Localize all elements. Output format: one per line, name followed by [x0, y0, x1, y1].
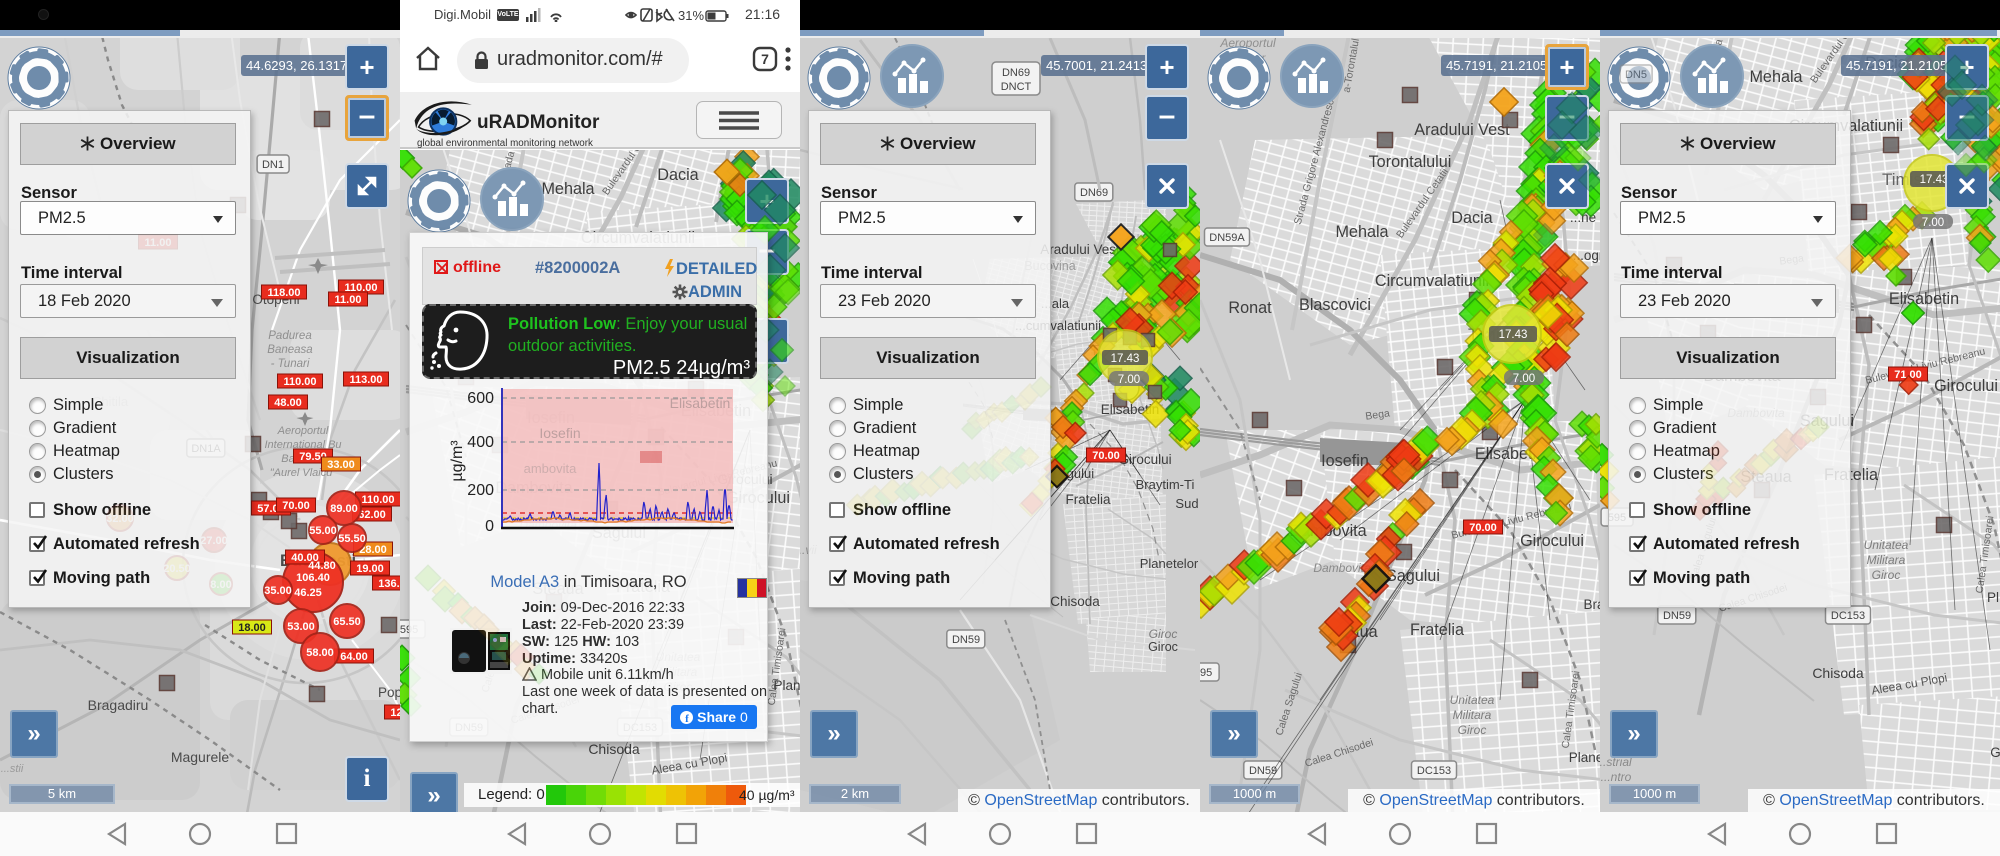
svg-text:33.00: 33.00 — [327, 459, 355, 471]
svg-text:Mehala: Mehala — [1749, 68, 1802, 86]
svg-text:Giroc: Giroc — [1148, 640, 1178, 654]
svg-text:46.25: 46.25 — [294, 587, 322, 599]
svg-text:Aradului Vest: Aradului Vest — [1040, 242, 1120, 257]
svg-text:110.00: 110.00 — [361, 494, 394, 506]
svg-text:70.00: 70.00 — [1469, 522, 1497, 534]
svg-text:65.50: 65.50 — [333, 616, 361, 628]
svg-text:Plan: Plan — [773, 678, 800, 693]
svg-text:...stii: ...stii — [1, 763, 24, 775]
svg-text:89.00: 89.00 — [330, 503, 358, 515]
svg-text:Dacia: Dacia — [657, 166, 698, 184]
svg-text:200: 200 — [467, 482, 494, 499]
svg-text:DN59: DN59 — [952, 634, 980, 646]
svg-text:70.00: 70.00 — [282, 500, 310, 512]
svg-text:Magurele: Magurele — [171, 749, 230, 765]
svg-text:Bra: Bra — [1583, 597, 1600, 612]
svg-text:Planetelor: Planetelor — [1140, 556, 1199, 571]
svg-text:Militara: Militara — [1453, 708, 1492, 722]
svg-text:58.00: 58.00 — [306, 647, 334, 659]
svg-text:DNCT: DNCT — [1001, 81, 1032, 93]
svg-text:31%: 31% — [678, 8, 704, 23]
svg-text:Sud: Sud — [1175, 496, 1198, 511]
svg-text:0: 0 — [485, 518, 494, 535]
svg-text:19.00: 19.00 — [356, 563, 384, 575]
svg-text:18.00: 18.00 — [238, 622, 266, 634]
svg-text:DN69: DN69 — [1080, 187, 1108, 199]
svg-text:...ntro: ...ntro — [1601, 770, 1632, 784]
svg-text:11.00: 11.00 — [335, 294, 362, 306]
svg-text:Braytim-Ti: Braytim-Ti — [1136, 477, 1195, 492]
svg-text:Fratelia: Fratelia — [1410, 621, 1464, 639]
svg-text:Girocului: Girocului — [1520, 532, 1584, 550]
svg-text:595: 595 — [1200, 667, 1212, 679]
svg-text:113.00: 113.00 — [349, 374, 382, 386]
svg-text:Militara: Militara — [1867, 553, 1906, 567]
svg-text:106.40: 106.40 — [296, 572, 330, 584]
svg-text:Giroc: Giroc — [1872, 568, 1901, 582]
svg-text:Fratelia: Fratelia — [1065, 492, 1111, 507]
svg-text:55.50: 55.50 — [338, 533, 366, 545]
svg-text:Plane: Plane — [1569, 750, 1600, 765]
svg-text:DN69: DN69 — [1002, 67, 1030, 79]
svg-text:Iosefin: Iosefin — [1321, 452, 1369, 470]
svg-text:12.: 12. — [390, 707, 400, 719]
svg-text:Bragadiru: Bragadiru — [88, 697, 149, 713]
svg-text:Elisabetin: Elisabetin — [1889, 290, 1959, 308]
svg-text:DC153: DC153 — [1831, 610, 1865, 622]
svg-text:Chisoda: Chisoda — [588, 741, 640, 757]
svg-text:110.00: 110.00 — [283, 376, 316, 388]
svg-text:7.00: 7.00 — [1922, 217, 1944, 229]
svg-text:DC153: DC153 — [1417, 765, 1451, 777]
svg-text:Chisoda: Chisoda — [1050, 594, 1100, 609]
svg-text:48.00: 48.00 — [274, 397, 302, 409]
svg-text:ambovita: ambovita — [524, 461, 578, 476]
svg-text:17.43: 17.43 — [1499, 329, 1528, 341]
svg-text:f: f — [685, 713, 689, 724]
svg-text:Baneasa: Baneasa — [267, 344, 312, 356]
svg-text:55.00: 55.00 — [309, 525, 337, 537]
svg-text:Unitatea: Unitatea — [1864, 538, 1909, 552]
svg-text:Chisoda: Chisoda — [1812, 665, 1864, 681]
svg-text:62.00: 62.00 — [358, 509, 386, 521]
svg-text:400: 400 — [467, 434, 494, 451]
svg-text:53.00: 53.00 — [287, 621, 315, 633]
svg-text:Ronat: Ronat — [1228, 299, 1272, 317]
svg-text:Mehala: Mehala — [1335, 223, 1388, 241]
svg-text:17.43: 17.43 — [1111, 353, 1140, 365]
svg-text:Iosefin: Iosefin — [539, 425, 580, 441]
svg-text:Circumvalatiunii: Circumvalatiunii — [1375, 272, 1489, 290]
svg-text:64.00: 64.00 — [340, 651, 368, 663]
svg-text:7.00: 7.00 — [1118, 374, 1140, 386]
svg-text:Girocului: Girocului — [1934, 377, 1998, 395]
svg-text:µg/m³: µg/m³ — [449, 440, 466, 482]
svg-text:DN59: DN59 — [1663, 610, 1691, 622]
svg-text:Giroc: Giroc — [1458, 723, 1487, 737]
svg-text:DN59A: DN59A — [1209, 232, 1245, 244]
svg-text:Unitatea: Unitatea — [1450, 693, 1495, 707]
svg-text:Aeroportul: Aeroportul — [277, 425, 329, 437]
svg-text:7.00: 7.00 — [1513, 373, 1535, 385]
svg-text:118.00: 118.00 — [267, 287, 300, 299]
svg-text:Dacia: Dacia — [1451, 209, 1492, 227]
svg-text:Pl: Pl — [1987, 590, 1999, 605]
svg-text:70.00: 70.00 — [1092, 450, 1120, 462]
svg-text:600: 600 — [467, 390, 494, 407]
svg-text:35.00: 35.00 — [264, 585, 292, 597]
svg-text:Giroc: Giroc — [1149, 627, 1178, 641]
svg-text:7: 7 — [761, 51, 769, 67]
svg-text:Pop: Pop — [378, 685, 400, 700]
svg-text:DN1: DN1 — [262, 159, 284, 171]
svg-text:44.80: 44.80 — [308, 560, 336, 572]
svg-text:136.0: 136.0 — [378, 578, 400, 590]
svg-text:Blascovici: Blascovici — [1299, 296, 1371, 314]
svg-text:- Tunari: - Tunari — [271, 358, 310, 370]
svg-text:Aradului Vest: Aradului Vest — [1414, 121, 1510, 139]
svg-text:Padurea: Padurea — [268, 330, 311, 342]
svg-text:Gi: Gi — [1990, 745, 2000, 760]
